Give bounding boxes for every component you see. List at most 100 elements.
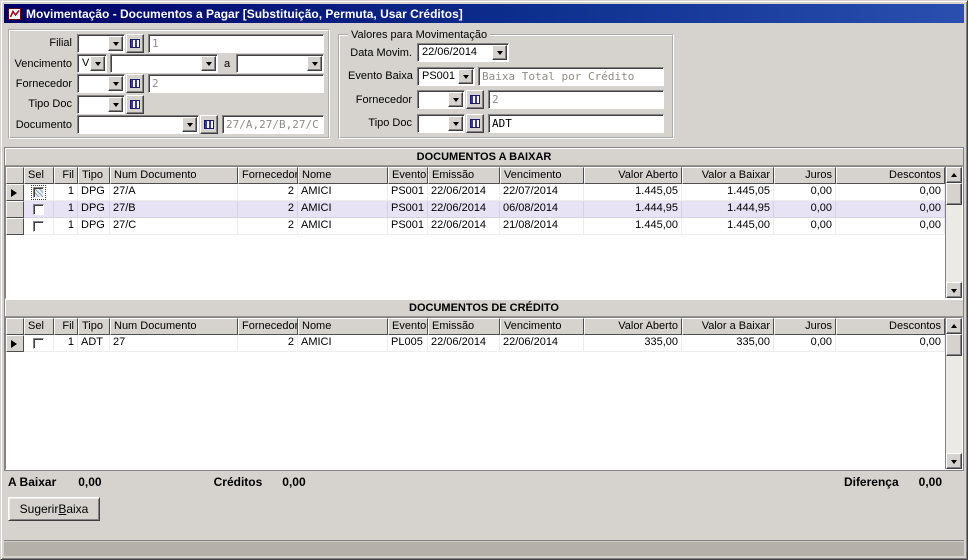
app-icon xyxy=(8,7,22,21)
vencimento-operator-dropdown-button[interactable] xyxy=(90,56,105,71)
column-header-tipo[interactable]: Tipo xyxy=(78,167,110,184)
row-select-checkbox[interactable] xyxy=(33,338,44,349)
row-select-checkbox[interactable] xyxy=(33,204,44,215)
row-select-checkbox[interactable] xyxy=(33,187,44,198)
filial-dropdown-button[interactable] xyxy=(108,36,123,51)
column-header-vencimento[interactable]: Vencimento xyxy=(500,167,584,184)
valores-fornecedor-lookup-button[interactable] xyxy=(466,90,484,109)
column-header-sel[interactable]: Sel xyxy=(24,167,54,184)
vencimento-from-select[interactable] xyxy=(110,54,218,73)
column-header-descontos[interactable]: Descontos xyxy=(836,167,945,184)
tipo-doc-select[interactable] xyxy=(77,95,125,114)
valores-movimentacao-title: Valores para Movimentação xyxy=(348,29,490,41)
data-movim-dropdown-button[interactable] xyxy=(492,45,507,60)
valores-fornecedor-label: Fornecedor xyxy=(348,94,412,106)
column-header-num-documento[interactable]: Num Documento xyxy=(110,167,238,184)
grid-empty-area xyxy=(6,235,945,298)
tipo-doc-lookup-button[interactable] xyxy=(126,95,144,114)
column-header-valor-aberto[interactable]: Valor Aberto xyxy=(584,318,682,335)
documento-select[interactable] xyxy=(77,115,199,134)
table-row[interactable]: 1 ADT 27 2 AMICI PL005 22/06/2014 22/06/… xyxy=(6,335,945,352)
fornecedor-dropdown-button[interactable] xyxy=(108,76,123,91)
column-header-nome[interactable]: Nome xyxy=(298,167,388,184)
cell-nome: AMICI xyxy=(298,201,388,218)
table-row[interactable]: 1 DPG 27/A 2 AMICI PS001 22/06/2014 22/0… xyxy=(6,184,945,201)
cell-valor-aberto: 335,00 xyxy=(584,335,682,352)
column-header-tipo[interactable]: Tipo xyxy=(78,318,110,335)
title-bar[interactable]: Movimentação - Documentos a Pagar [Subst… xyxy=(4,4,964,23)
column-header-juros[interactable]: Juros xyxy=(774,167,836,184)
evento-baixa-dropdown-button[interactable] xyxy=(458,69,473,84)
row-select-checkbox[interactable] xyxy=(33,221,44,232)
cell-num-documento: 27/C xyxy=(110,218,238,235)
window-title: Movimentação - Documentos a Pagar [Subst… xyxy=(26,7,463,21)
scroll-down-button[interactable] xyxy=(946,453,962,469)
valores-tipo-doc-label: Tipo Doc xyxy=(348,117,412,129)
valores-tipo-doc-lookup-button[interactable] xyxy=(466,114,484,133)
column-header-emissao[interactable]: Emissão xyxy=(428,318,500,335)
table-row[interactable]: 1 DPG 27/B 2 AMICI PS001 22/06/2014 06/0… xyxy=(6,201,945,218)
cell-sel xyxy=(24,218,54,235)
scroll-up-button[interactable] xyxy=(946,318,962,334)
documento-dropdown-button[interactable] xyxy=(182,117,197,132)
vencimento-to-select[interactable] xyxy=(236,54,324,73)
valores-movimentacao-group: Valores para Movimentação Data Movim. 22… xyxy=(338,29,674,139)
column-header-fil[interactable]: Fil xyxy=(54,167,78,184)
valores-tipo-doc-dropdown-button[interactable] xyxy=(448,116,463,131)
column-header-evento[interactable]: Evento xyxy=(388,167,428,184)
fornecedor-lookup-button[interactable] xyxy=(126,74,144,93)
column-header-juros[interactable]: Juros xyxy=(774,318,836,335)
vencimento-to-dropdown-button[interactable] xyxy=(307,56,322,71)
vertical-scrollbar[interactable] xyxy=(945,318,962,469)
column-header-descontos[interactable]: Descontos xyxy=(836,318,945,335)
scroll-thumb[interactable] xyxy=(946,334,962,356)
data-movim-row: Data Movim. 22/06/2014 xyxy=(348,43,664,63)
column-header-num-documento[interactable]: Num Documento xyxy=(110,318,238,335)
column-header-valor-a-baixar[interactable]: Valor a Baixar xyxy=(682,167,774,184)
filial-lookup-button[interactable] xyxy=(126,34,144,53)
a-baixar-value: 0,00 xyxy=(78,475,101,489)
grid-documentos-a-baixar: Sel Fil Tipo Num Documento Fornecedor No… xyxy=(5,166,963,299)
scroll-track[interactable] xyxy=(946,334,962,453)
column-header-sel[interactable]: Sel xyxy=(24,318,54,335)
scroll-down-button[interactable] xyxy=(946,282,962,298)
cell-num-documento: 27 xyxy=(110,335,238,352)
sugerir-baixa-button[interactable]: Sugerir Baixa xyxy=(8,497,100,521)
documento-lookup-button[interactable] xyxy=(200,115,218,134)
scroll-up-button[interactable] xyxy=(946,167,962,183)
grid-documentos-de-credito: Sel Fil Tipo Num Documento Fornecedor No… xyxy=(5,317,963,470)
scroll-track[interactable] xyxy=(946,183,962,282)
table-row[interactable]: 1 DPG 27/C 2 AMICI PS001 22/06/2014 21/0… xyxy=(6,218,945,235)
column-header-fornecedor[interactable]: Fornecedor xyxy=(238,167,298,184)
valores-fornecedor-row: Fornecedor 2 xyxy=(348,90,664,110)
vencimento-operator-select[interactable]: V xyxy=(77,54,107,73)
arrow-down-icon xyxy=(453,98,459,105)
cell-vencimento: 21/08/2014 xyxy=(500,218,584,235)
filial-select[interactable] xyxy=(77,34,125,53)
arrow-down-icon xyxy=(113,42,119,49)
column-header-fornecedor[interactable]: Fornecedor xyxy=(238,318,298,335)
scroll-thumb[interactable] xyxy=(946,183,962,205)
column-header-valor-aberto[interactable]: Valor Aberto xyxy=(584,167,682,184)
cell-valor-a-baixar: 1.444,95 xyxy=(682,201,774,218)
column-header-vencimento[interactable]: Vencimento xyxy=(500,318,584,335)
arrow-down-icon xyxy=(951,289,957,296)
column-header-nome[interactable]: Nome xyxy=(298,318,388,335)
column-header-evento[interactable]: Evento xyxy=(388,318,428,335)
tipo-doc-dropdown-button[interactable] xyxy=(108,97,123,112)
data-movim-select[interactable]: 22/06/2014 xyxy=(417,43,509,62)
current-row-indicator xyxy=(6,184,24,201)
valores-fornecedor-dropdown-button[interactable] xyxy=(448,92,463,107)
column-header-emissao[interactable]: Emissão xyxy=(428,167,500,184)
valores-fornecedor-select[interactable] xyxy=(417,90,465,109)
column-header-valor-a-baixar[interactable]: Valor a Baixar xyxy=(682,318,774,335)
tipo-doc-label: Tipo Doc xyxy=(14,98,72,110)
valores-tipo-doc-value-field[interactable]: ADT xyxy=(488,114,664,133)
column-header-fil[interactable]: Fil xyxy=(54,318,78,335)
fornecedor-select[interactable] xyxy=(77,74,125,93)
evento-baixa-select[interactable]: PS001 xyxy=(417,67,475,86)
vencimento-from-dropdown-button[interactable] xyxy=(201,56,216,71)
valores-tipo-doc-select[interactable] xyxy=(417,114,465,133)
cell-num-documento: 27/A xyxy=(110,184,238,201)
vertical-scrollbar[interactable] xyxy=(945,167,962,298)
